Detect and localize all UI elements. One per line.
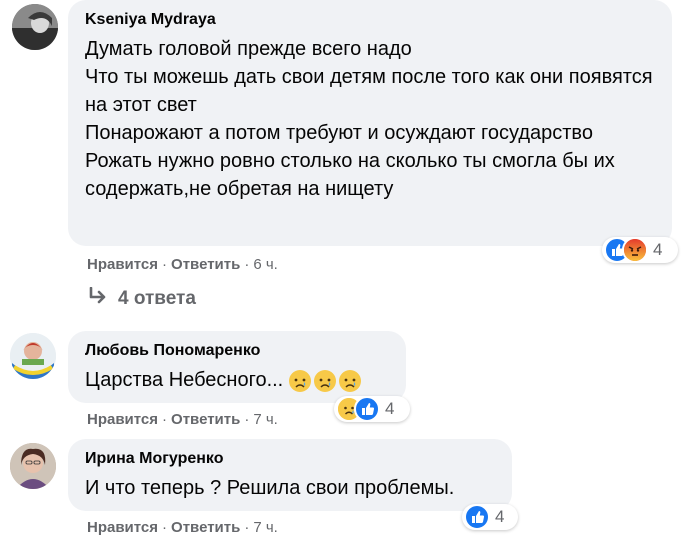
- reply-button[interactable]: Ответить: [171, 256, 240, 273]
- reply-arrow-icon: [88, 286, 108, 311]
- comment-time[interactable]: 6 ч.: [253, 256, 278, 273]
- like-button[interactable]: Нравится: [87, 411, 158, 428]
- comment-author[interactable]: Ирина Могуренко: [85, 448, 498, 470]
- comment-time[interactable]: 7 ч.: [253, 411, 278, 428]
- like-button[interactable]: Нравится: [87, 256, 158, 273]
- comment-time[interactable]: 7 ч.: [253, 519, 278, 536]
- separator-dot: ·: [162, 519, 168, 536]
- replies-count[interactable]: 4 ответа: [118, 288, 196, 310]
- like-icon: [354, 396, 380, 422]
- comment-text: И что теперь ? Решила свои проблемы.: [85, 477, 455, 499]
- comment-actions: Нравится · Ответить · 7 ч.: [87, 410, 278, 430]
- sad-emoji-icon: [289, 369, 312, 392]
- comment-bubble: Kseniya Mydraya Думать головой прежде вс…: [68, 0, 672, 246]
- reaction-summary[interactable]: 4: [602, 237, 678, 263]
- emoji-group: [287, 369, 362, 393]
- reaction-count: 4: [653, 240, 663, 259]
- separator-dot: ·: [244, 256, 250, 273]
- reaction-summary[interactable]: 4: [334, 396, 410, 422]
- separator-dot: ·: [244, 411, 250, 428]
- comment-bubble: Ирина Могуренко И что теперь ? Решила св…: [68, 439, 512, 511]
- separator-dot: ·: [162, 411, 168, 428]
- separator-dot: ·: [162, 256, 168, 273]
- comment-text-content: Царства Небесного...: [85, 369, 284, 391]
- reply-button[interactable]: Ответить: [171, 411, 240, 428]
- reply-button[interactable]: Ответить: [171, 519, 240, 536]
- avatar[interactable]: [10, 443, 56, 489]
- comment-text: Думать головой прежде всего надо Что ты …: [85, 38, 653, 200]
- comment-bubble: Любовь Пономаренко Царства Небесного...: [68, 331, 406, 403]
- like-button[interactable]: Нравится: [87, 519, 158, 536]
- sad-emoji-icon: [339, 369, 362, 392]
- avatar[interactable]: [12, 4, 58, 50]
- separator-dot: ·: [244, 519, 250, 536]
- comment-author[interactable]: Любовь Пономаренко: [85, 340, 392, 362]
- comment-actions: Нравится · Ответить · 6 ч.: [87, 255, 278, 275]
- angry-icon: [622, 237, 648, 263]
- comment-text: Царства Небесного...: [85, 366, 392, 394]
- view-replies-link[interactable]: 4 ответа: [88, 286, 196, 311]
- sad-emoji-icon: [314, 369, 337, 392]
- reaction-summary[interactable]: 4: [462, 504, 518, 530]
- comment-actions: Нравится · Ответить · 7 ч.: [87, 518, 278, 538]
- comment-author[interactable]: Kseniya Mydraya: [85, 9, 658, 31]
- reaction-count: 4: [495, 507, 505, 526]
- avatar[interactable]: [10, 333, 56, 379]
- reaction-count: 4: [385, 399, 395, 418]
- like-icon: [464, 504, 490, 530]
